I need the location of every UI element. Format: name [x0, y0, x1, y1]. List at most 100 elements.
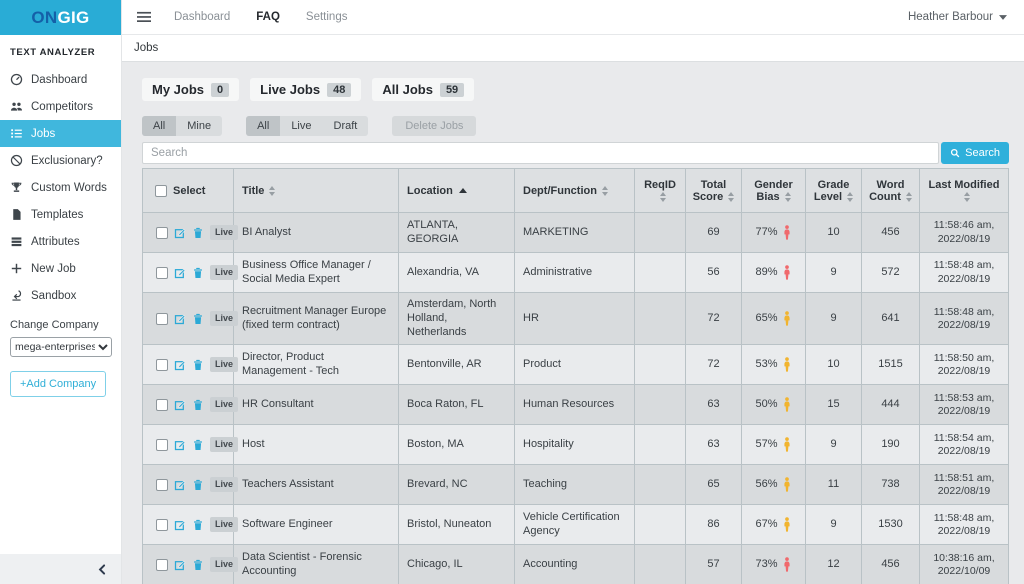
- row-checkbox[interactable]: [156, 267, 168, 279]
- column-header-word_count[interactable]: Word Count: [862, 169, 920, 213]
- tab-all-jobs[interactable]: All Jobs59: [372, 78, 474, 101]
- logo-text-on: ON: [31, 8, 57, 28]
- column-header-gender_bias[interactable]: Gender Bias: [742, 169, 806, 213]
- ownership-filter-all[interactable]: All: [142, 116, 176, 136]
- person-icon: [782, 397, 792, 412]
- job-title[interactable]: Teachers Assistant: [234, 465, 399, 505]
- column-header-last_modified[interactable]: Last Modified: [920, 169, 1009, 213]
- collapse-sidebar-icon[interactable]: [96, 563, 109, 576]
- trash-icon[interactable]: [192, 399, 204, 411]
- hamburger-icon[interactable]: [136, 9, 152, 25]
- sidebar-item-custom-words[interactable]: Custom Words: [0, 174, 121, 201]
- ownership-filter-mine[interactable]: Mine: [176, 116, 222, 136]
- job-word-count: 641: [862, 293, 920, 345]
- sidebar-item-sandbox[interactable]: Sandbox: [0, 282, 121, 309]
- row-checkbox[interactable]: [156, 479, 168, 491]
- sidebar-item-new-job[interactable]: New Job: [0, 255, 121, 282]
- add-company-button[interactable]: +Add Company: [10, 371, 106, 397]
- job-grade-level: 9: [806, 253, 862, 293]
- sort-icon: [602, 186, 608, 196]
- edit-icon[interactable]: [174, 519, 186, 531]
- column-header-dept[interactable]: Dept/Function: [515, 169, 635, 213]
- sidebar-item-competitors[interactable]: Competitors: [0, 93, 121, 120]
- edit-icon[interactable]: [174, 267, 186, 279]
- sort-icon: [785, 192, 791, 202]
- sidebar-item-attributes[interactable]: Attributes: [0, 228, 121, 255]
- tab-label: My Jobs: [152, 82, 204, 97]
- sidebar-item-label: Competitors: [31, 101, 93, 113]
- row-checkbox[interactable]: [156, 227, 168, 239]
- table-row: LiveRecruitment Manager Europe (fixed te…: [143, 293, 1009, 345]
- trash-icon[interactable]: [192, 479, 204, 491]
- edit-icon[interactable]: [174, 559, 186, 571]
- sidebar-item-dashboard[interactable]: Dashboard: [0, 66, 121, 93]
- sidebar-item-templates[interactable]: Templates: [0, 201, 121, 228]
- topnav-settings[interactable]: Settings: [306, 11, 348, 23]
- row-checkbox[interactable]: [156, 559, 168, 571]
- sort-icon: [269, 186, 275, 196]
- job-title[interactable]: HR Consultant: [234, 385, 399, 425]
- job-total-score: 72: [686, 345, 742, 385]
- row-checkbox[interactable]: [156, 439, 168, 451]
- job-title[interactable]: Business Office Manager / Social Media E…: [234, 253, 399, 293]
- row-checkbox[interactable]: [156, 313, 168, 325]
- content: My Jobs0Live Jobs48All Jobs59 AllMine Al…: [122, 62, 1024, 584]
- tab-live-jobs[interactable]: Live Jobs48: [250, 78, 361, 101]
- row-checkbox[interactable]: [156, 359, 168, 371]
- job-title[interactable]: Software Engineer: [234, 505, 399, 545]
- trash-icon[interactable]: [192, 359, 204, 371]
- sidebar-item-jobs[interactable]: Jobs: [0, 120, 121, 147]
- company-select[interactable]: mega-enterprises: [10, 337, 112, 357]
- table-body: LiveBI AnalystATLANTA, GEORGIAMARKETING6…: [143, 213, 1009, 584]
- row-checkbox[interactable]: [156, 399, 168, 411]
- edit-icon[interactable]: [174, 439, 186, 451]
- job-title[interactable]: Host: [234, 425, 399, 465]
- tab-my-jobs[interactable]: My Jobs0: [142, 78, 239, 101]
- column-header-total_score[interactable]: Total Score: [686, 169, 742, 213]
- column-label: Last Modified: [929, 179, 1000, 191]
- column-header-reqid[interactable]: ReqID: [635, 169, 686, 213]
- sidebar-nav: Dashboard Competitors Jobs Exclusionary? Cus…: [0, 66, 121, 309]
- user-menu[interactable]: Heather Barbour: [908, 11, 1007, 23]
- ban-icon: [10, 154, 23, 167]
- trash-icon[interactable]: [192, 559, 204, 571]
- sidebar-item-label: New Job: [31, 263, 76, 275]
- job-title[interactable]: Recruitment Manager Europe (fixed term c…: [234, 293, 399, 345]
- sidebar-item-exclusionary[interactable]: Exclusionary?: [0, 147, 121, 174]
- person-icon: [782, 225, 792, 240]
- trash-icon[interactable]: [192, 439, 204, 451]
- ongig-logo[interactable]: ONGIG: [0, 0, 121, 35]
- edit-icon[interactable]: [174, 479, 186, 491]
- status-filter: AllLiveDraft: [246, 116, 368, 136]
- sidebar-item-label: Exclusionary?: [31, 155, 103, 167]
- column-header-location[interactable]: Location: [399, 169, 515, 213]
- trophy-icon: [10, 181, 23, 194]
- trash-icon[interactable]: [192, 267, 204, 279]
- status-filter-all[interactable]: All: [246, 116, 280, 136]
- search-input[interactable]: [142, 142, 939, 164]
- job-title[interactable]: BI Analyst: [234, 213, 399, 253]
- edit-icon[interactable]: [174, 227, 186, 239]
- delete-jobs-button[interactable]: Delete Jobs: [392, 116, 476, 136]
- job-title[interactable]: Director, Product Management - Tech: [234, 345, 399, 385]
- trash-icon[interactable]: [192, 313, 204, 325]
- search-button[interactable]: Search: [941, 142, 1009, 164]
- column-header-grade_level[interactable]: Grade Level: [806, 169, 862, 213]
- status-filter-draft[interactable]: Draft: [323, 116, 369, 136]
- job-title[interactable]: Data Scientist - Forensic Accounting: [234, 545, 399, 584]
- column-header-title[interactable]: Title: [234, 169, 399, 213]
- select-all-checkbox[interactable]: [155, 185, 167, 197]
- edit-icon[interactable]: [174, 313, 186, 325]
- job-reqid: [635, 253, 686, 293]
- status-filter-live[interactable]: Live: [280, 116, 322, 136]
- job-reqid: [635, 425, 686, 465]
- trash-icon[interactable]: [192, 519, 204, 531]
- search-button-label: Search: [965, 147, 1000, 159]
- row-checkbox[interactable]: [156, 519, 168, 531]
- edit-icon[interactable]: [174, 359, 186, 371]
- topnav-faq[interactable]: FAQ: [256, 11, 280, 23]
- topnav-dashboard[interactable]: Dashboard: [174, 11, 230, 23]
- table-row: LiveData Scientist - Forensic Accounting…: [143, 545, 1009, 584]
- trash-icon[interactable]: [192, 227, 204, 239]
- edit-icon[interactable]: [174, 399, 186, 411]
